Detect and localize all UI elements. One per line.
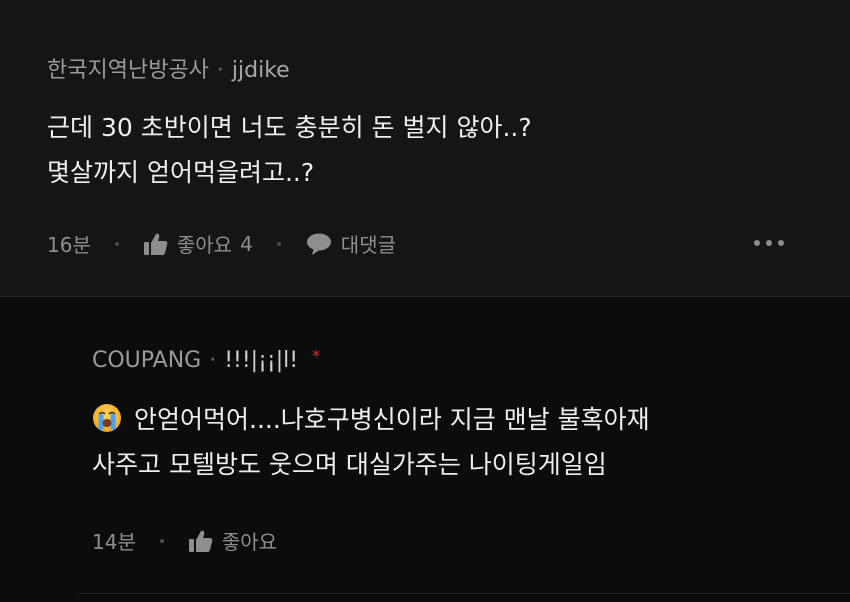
comment-line: 몇살까지 얻어먹을려고..?: [47, 158, 315, 187]
comment-line: 안얻어먹어....나호구병신이라 지금 맨날 불혹아재: [134, 405, 650, 434]
like-button[interactable]: 좋아요: [188, 526, 277, 555]
action-separator: [159, 538, 164, 543]
more-icon-dot: [754, 240, 760, 246]
reply-button[interactable]: 대댓글: [305, 229, 396, 258]
comment-author-line: COUPANG · !!!|¡¡|l! *: [92, 346, 320, 373]
comment-author-line: 한국지역난방공사 · jjdike: [47, 52, 290, 84]
more-icon-dot: [766, 240, 772, 246]
speech-bubble-icon: [305, 232, 333, 256]
comment-time: 16분: [47, 233, 91, 257]
comment-body: 근데 30 초반이면 너도 충분히 돈 벌지 않아..? 몇살까지 얻어먹을려고…: [47, 105, 532, 195]
like-label: 좋아요: [221, 530, 278, 554]
loudly-crying-face-icon: [92, 402, 122, 432]
thumbs-up-icon: [188, 529, 214, 553]
author-org[interactable]: COUPANG: [92, 348, 201, 373]
action-separator: [114, 241, 119, 246]
like-label: 좋아요: [176, 233, 233, 257]
comment-2-reply: COUPANG · !!!|¡¡|l! * 안얻어먹어....나호구병신이라 지…: [0, 297, 850, 602]
author-username[interactable]: !!!|¡¡|l!: [224, 348, 298, 373]
comment-body: 안얻어먹어....나호구병신이라 지금 맨날 불혹아재 사주고 모텔방도 웃으며…: [92, 397, 650, 487]
comment-line: 사주고 모텔방도 웃으며 대실가주는 나이팅게일임: [92, 450, 607, 479]
like-count: 4: [240, 231, 253, 256]
meta-separator: ·: [209, 348, 217, 373]
comment-line: 근데 30 초반이면 너도 충분히 돈 벌지 않아..?: [47, 113, 532, 142]
like-button[interactable]: 좋아요 4: [143, 229, 253, 258]
comment-1: 한국지역난방공사 · jjdike 근데 30 초반이면 너도 충분히 돈 벌지 않…: [0, 0, 850, 296]
thumbs-up-icon: [143, 232, 169, 256]
comment-actions: 16분 좋아요 4 대댓글: [47, 229, 396, 258]
author-org[interactable]: 한국지역난방공사: [47, 58, 209, 83]
more-options-button[interactable]: [750, 236, 788, 250]
more-icon-dot: [778, 240, 784, 246]
comment-time: 14분: [92, 530, 136, 554]
author-username[interactable]: jjdike: [232, 58, 290, 83]
reply-label: 대댓글: [340, 233, 396, 257]
action-separator: [276, 241, 281, 246]
divider: [77, 593, 850, 594]
comment-actions: 14분 좋아요: [92, 526, 277, 555]
author-badge: *: [312, 346, 321, 365]
meta-separator: ·: [216, 58, 224, 83]
